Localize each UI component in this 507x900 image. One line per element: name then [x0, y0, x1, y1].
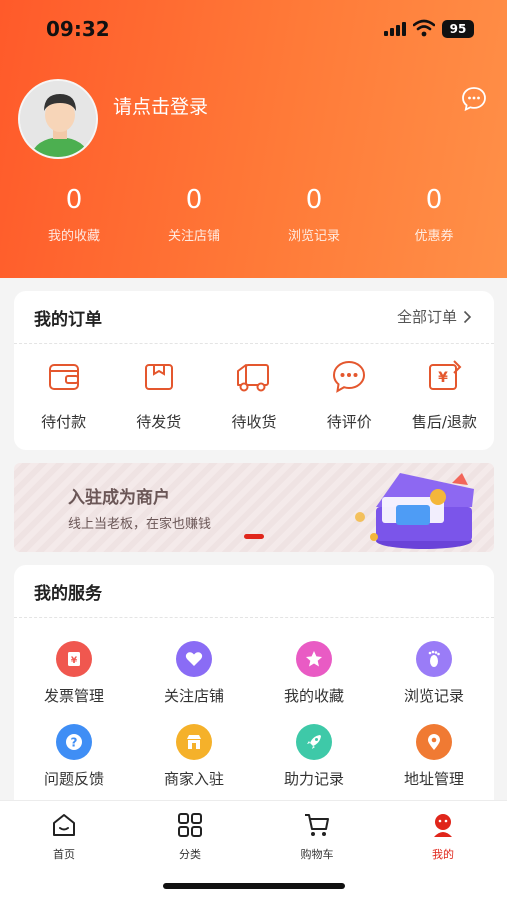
- heart-icon: [176, 641, 212, 677]
- service-label: 我的收藏: [283, 687, 344, 705]
- stat-label: 关注店铺: [167, 229, 220, 244]
- tab-profile[interactable]: 我的: [398, 811, 488, 862]
- service-label: 问题反馈: [43, 770, 104, 788]
- comment-icon: [333, 360, 366, 393]
- cart-icon: [305, 814, 329, 836]
- order-label: 待付款: [41, 413, 87, 431]
- home-icon: [53, 814, 75, 836]
- status-time: 09:32: [46, 17, 110, 41]
- svg-text:¥: ¥: [71, 656, 78, 666]
- banner-subtitle: 线上当老板，在家也赚钱: [68, 517, 212, 532]
- order-pending-shipment[interactable]: 待发货: [111, 357, 206, 432]
- tab-label: 首页: [53, 848, 75, 861]
- all-orders-link[interactable]: 全部订单: [397, 306, 472, 327]
- banner-title: 入驻成为商户: [68, 488, 170, 508]
- service-merchant-join[interactable]: 商家入驻: [134, 724, 254, 789]
- service-label: 地址管理: [403, 770, 464, 788]
- all-orders-label: 全部订单: [396, 308, 457, 326]
- message-icon[interactable]: [461, 86, 487, 112]
- order-label: 待收货: [231, 413, 277, 431]
- service-label: 发票管理: [43, 687, 104, 705]
- services-title: 我的服务: [34, 584, 102, 604]
- carousel-indicator: [244, 534, 264, 539]
- stat-label: 优惠券: [414, 229, 454, 244]
- stat-history[interactable]: 0 浏览记录: [254, 183, 374, 244]
- gift-box-illustration: [355, 473, 474, 549]
- service-boost-records[interactable]: 助力记录: [254, 724, 374, 789]
- svg-text:¥: ¥: [439, 370, 449, 386]
- services-card: 我的服务 ¥ 发票管理 关注店铺 我的收藏 浏览记录 ? 问题反馈 商家入驻 助…: [14, 565, 494, 815]
- shop-icon: [176, 724, 212, 760]
- wifi-icon: [413, 19, 435, 37]
- chevron-right-icon: [463, 310, 472, 323]
- footprint-icon: [416, 641, 452, 677]
- battery-icon: 95: [442, 20, 474, 38]
- service-feedback[interactable]: ? 问题反馈: [14, 724, 134, 789]
- stat-favorites[interactable]: 0 我的收藏: [14, 183, 134, 244]
- tab-category[interactable]: 分类: [145, 811, 235, 862]
- location-icon: [416, 724, 452, 760]
- profile-stats: 0 我的收藏 0 关注店铺 0 浏览记录 0 优惠券: [14, 183, 494, 244]
- order-pending-payment[interactable]: 待付款: [16, 357, 111, 432]
- category-icon: [178, 813, 202, 837]
- question-icon: ?: [56, 724, 92, 760]
- cellular-signal-icon: [384, 22, 406, 36]
- svg-text:?: ?: [71, 736, 78, 750]
- stat-followed-shops[interactable]: 0 关注店铺: [134, 183, 254, 244]
- tab-home[interactable]: 首页: [19, 811, 109, 862]
- tab-label: 分类: [179, 848, 201, 861]
- home-indicator[interactable]: [163, 883, 345, 889]
- rocket-icon: [296, 724, 332, 760]
- stat-label: 我的收藏: [47, 229, 100, 244]
- profile-header: 09:32 95 请点击登录 0 我的收藏 0 关注店铺 0 浏览记录 0 优惠…: [0, 0, 507, 278]
- stat-value: 0: [425, 185, 443, 215]
- orders-title: 我的订单: [34, 310, 102, 330]
- avatar[interactable]: [18, 79, 98, 159]
- service-invoice[interactable]: ¥ 发票管理: [14, 641, 134, 706]
- service-favorites[interactable]: 我的收藏: [254, 641, 374, 706]
- truck-icon: [237, 364, 269, 392]
- order-pending-review[interactable]: 待评价: [302, 357, 397, 432]
- orders-card: 我的订单 全部订单 待付款 待发货 待收货 待评价 ¥ 售后/退款: [14, 291, 494, 450]
- stat-value: 0: [185, 185, 203, 215]
- service-label: 关注店铺: [163, 687, 224, 705]
- avatar-image: [20, 81, 96, 157]
- package-icon: [144, 364, 173, 390]
- order-pending-receipt[interactable]: 待收货: [206, 357, 301, 432]
- service-label: 商家入驻: [163, 770, 224, 788]
- order-label: 待评价: [326, 413, 372, 431]
- wallet-icon: [48, 364, 79, 390]
- stat-label: 浏览记录: [287, 229, 340, 244]
- service-history[interactable]: 浏览记录: [374, 641, 494, 706]
- tab-label: 购物车: [300, 848, 334, 861]
- service-address[interactable]: 地址管理: [374, 724, 494, 789]
- star-icon: [296, 641, 332, 677]
- merchant-banner[interactable]: 入驻成为商户 线上当老板，在家也赚钱: [14, 463, 494, 552]
- refund-icon: ¥: [429, 360, 462, 390]
- login-prompt[interactable]: 请点击登录: [113, 92, 208, 119]
- divider: [14, 617, 494, 618]
- order-label: 待发货: [136, 413, 182, 431]
- tab-cart[interactable]: 购物车: [272, 811, 362, 862]
- profile-icon: [434, 814, 452, 837]
- status-bar: 09:32 95: [0, 0, 507, 58]
- stat-value: 0: [305, 185, 323, 215]
- stat-coupons[interactable]: 0 优惠券: [374, 183, 494, 244]
- service-label: 浏览记录: [403, 687, 464, 705]
- invoice-icon: ¥: [56, 641, 92, 677]
- order-label: 售后/退款: [411, 413, 477, 431]
- stat-value: 0: [65, 185, 83, 215]
- service-label: 助力记录: [283, 770, 344, 788]
- tab-label: 我的: [432, 848, 454, 861]
- services-grid: ¥ 发票管理 关注店铺 我的收藏 浏览记录 ? 问题反馈 商家入驻 助力记录 地…: [14, 641, 494, 789]
- divider: [14, 343, 494, 344]
- order-refund[interactable]: ¥ 售后/退款: [397, 357, 492, 432]
- order-status-row: 待付款 待发货 待收货 待评价 ¥ 售后/退款: [14, 357, 494, 432]
- service-followed-shops[interactable]: 关注店铺: [134, 641, 254, 706]
